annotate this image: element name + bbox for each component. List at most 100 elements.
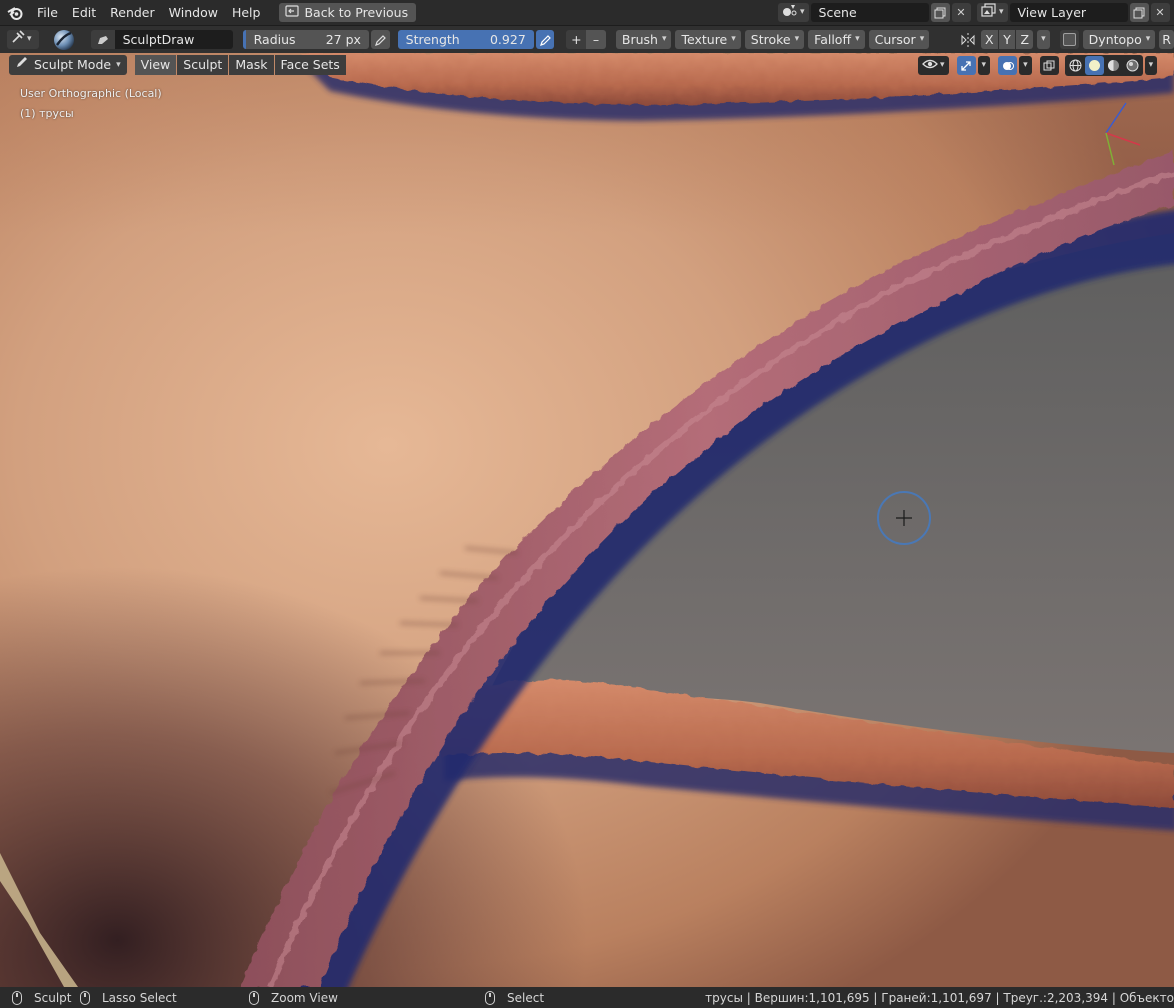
tool-settings-header: ▾ SculptDraw Radius 27 px Strength 0.927… xyxy=(0,26,1174,53)
texture-menu[interactable]: Texture ▾ xyxy=(675,30,741,49)
scene-browse-button[interactable]: ▾ xyxy=(778,3,809,22)
scene-icon xyxy=(782,3,798,22)
subtract-direction-button[interactable]: – xyxy=(586,30,606,49)
mirror-z-button[interactable]: Z xyxy=(1016,30,1034,49)
status-left-click: Sculpt xyxy=(12,987,71,1008)
chevron-down-icon: ▾ xyxy=(731,34,736,44)
add-direction-button[interactable]: + xyxy=(566,30,587,49)
remesh-label: R xyxy=(1162,32,1171,47)
dyntopo-label: Dyntopo xyxy=(1088,32,1142,47)
material-shading-icon[interactable] xyxy=(1103,56,1123,75)
copy-icon[interactable] xyxy=(1129,3,1149,22)
texture-menu-label: Texture xyxy=(681,32,728,47)
copy-icon[interactable] xyxy=(930,3,950,22)
stroke-menu[interactable]: Stroke ▾ xyxy=(744,30,805,49)
visibility-dropdown[interactable]: ▾ xyxy=(918,56,949,75)
menu-file[interactable]: File xyxy=(30,0,65,25)
chevron-down-icon: ▾ xyxy=(981,60,987,70)
checkbox-box xyxy=(1062,33,1076,46)
stroke-menu-label: Stroke xyxy=(750,32,791,47)
radius-slider[interactable]: Radius 27 px xyxy=(242,30,369,49)
shading-dropdown[interactable]: ▾ xyxy=(1144,56,1158,75)
status-select: Select xyxy=(485,987,544,1008)
chevron-down-icon: ▾ xyxy=(794,34,800,44)
back-to-previous-label: Back to Previous xyxy=(304,5,409,20)
mouse-middle-icon xyxy=(249,990,259,1005)
brush-preview-icon[interactable] xyxy=(53,29,75,51)
mouse-drag-icon xyxy=(80,990,90,1005)
wireframe-shading-icon[interactable] xyxy=(1065,56,1085,75)
menu-window[interactable]: Window xyxy=(162,0,225,25)
status-middle-click: Lasso Select xyxy=(80,987,177,1008)
brush-tool-icon xyxy=(11,30,25,49)
brush-menu[interactable]: Brush ▾ xyxy=(615,30,672,49)
mouse-left-icon xyxy=(12,990,22,1005)
chevron-down-icon: ▾ xyxy=(999,7,1004,17)
close-icon[interactable]: ✕ xyxy=(951,3,971,22)
top-menu-bar: File Edit Render Window Help Back to Pre… xyxy=(0,0,1174,25)
scene-name-field[interactable]: Scene xyxy=(810,3,929,22)
chevron-down-icon: ▾ xyxy=(800,7,805,17)
back-to-previous-button[interactable]: Back to Previous xyxy=(279,3,417,22)
chevron-down-icon: ▾ xyxy=(1023,60,1028,70)
radius-pressure-icon[interactable] xyxy=(370,30,390,49)
sculpt-mesh-render[interactable] xyxy=(0,53,1174,987)
radius-value: 27 px xyxy=(325,32,361,47)
visibility-icon xyxy=(922,56,938,75)
status-bar: Sculpt Lasso Select Zoom View Select тру… xyxy=(0,987,1174,1008)
mode-selector[interactable]: Sculpt Mode ▾ xyxy=(9,55,127,75)
mode-label: Sculpt Mode xyxy=(34,57,112,72)
tab-mask[interactable]: Mask xyxy=(229,55,274,75)
strength-slider[interactable]: Strength 0.927 xyxy=(397,30,534,49)
cursor-menu[interactable]: Cursor ▾ xyxy=(868,30,930,49)
view-name-label: User Orthographic (Local) xyxy=(20,87,162,100)
falloff-menu-label: Falloff xyxy=(814,32,852,47)
back-icon xyxy=(285,3,300,22)
chevron-down-icon: ▾ xyxy=(855,34,860,44)
scene-statistics: трусы | Вершин:1,101,695 | Граней:1,101,… xyxy=(705,990,1174,1005)
mirror-y-button[interactable]: Y xyxy=(998,30,1016,49)
falloff-menu[interactable]: Falloff ▾ xyxy=(808,30,865,49)
strength-pressure-icon[interactable] xyxy=(535,30,555,49)
rendered-shading-icon[interactable] xyxy=(1122,56,1142,75)
status-zoom: Zoom View xyxy=(249,987,338,1008)
viewport-header: Sculpt Mode ▾ View Sculpt Mask Face Sets… xyxy=(0,53,1174,77)
view-layer-icon xyxy=(981,3,997,22)
status-lasso-label: Lasso Select xyxy=(102,990,177,1005)
symmetry-options-dropdown[interactable]: ▾ xyxy=(1037,30,1050,49)
tab-view[interactable]: View xyxy=(134,55,177,75)
chevron-down-icon: ▾ xyxy=(940,60,945,70)
menu-edit[interactable]: Edit xyxy=(65,0,103,25)
view-layer-name-field[interactable]: View Layer xyxy=(1009,3,1128,22)
status-sculpt-label: Sculpt xyxy=(34,990,72,1005)
dyntopo-checkbox[interactable] xyxy=(1059,30,1079,49)
mirror-x-button[interactable]: X xyxy=(980,30,998,49)
strength-label: Strength xyxy=(405,32,460,47)
brush-name-field[interactable]: SculptDraw xyxy=(114,30,233,49)
brush-icon[interactable] xyxy=(90,30,115,49)
active-object-label: (1) трусы xyxy=(20,107,74,120)
blender-logo-icon[interactable] xyxy=(0,0,30,25)
menu-render[interactable]: Render xyxy=(103,0,162,25)
overlay-icon[interactable] xyxy=(998,56,1018,75)
solid-shading-icon[interactable] xyxy=(1084,56,1104,75)
view-layer-browse-button[interactable]: ▾ xyxy=(977,3,1008,22)
tab-face-sets[interactable]: Face Sets xyxy=(274,55,346,75)
gizmo-dropdown[interactable]: ▾ xyxy=(977,56,991,75)
gizmo-icon[interactable] xyxy=(956,56,976,75)
chevron-down-icon: ▾ xyxy=(661,34,667,44)
overlay-dropdown[interactable]: ▾ xyxy=(1019,56,1032,75)
close-icon[interactable]: ✕ xyxy=(1150,3,1170,22)
chevron-down-icon: ▾ xyxy=(1148,60,1154,70)
chevron-down-icon: ▾ xyxy=(919,34,925,44)
chevron-down-icon: ▾ xyxy=(27,34,32,44)
3d-viewport[interactable]: Sculpt Mode ▾ View Sculpt Mask Face Sets… xyxy=(0,53,1174,987)
tab-sculpt[interactable]: Sculpt xyxy=(177,55,229,75)
menu-help[interactable]: Help xyxy=(225,0,268,25)
tool-select-button[interactable]: ▾ xyxy=(7,30,39,49)
mouse-right-icon xyxy=(485,990,495,1005)
dyntopo-menu[interactable]: Dyntopo ▾ xyxy=(1082,30,1156,49)
radius-label: Radius xyxy=(253,32,296,47)
remesh-menu-truncated[interactable]: R xyxy=(1159,30,1174,49)
xray-icon[interactable] xyxy=(1039,56,1059,75)
